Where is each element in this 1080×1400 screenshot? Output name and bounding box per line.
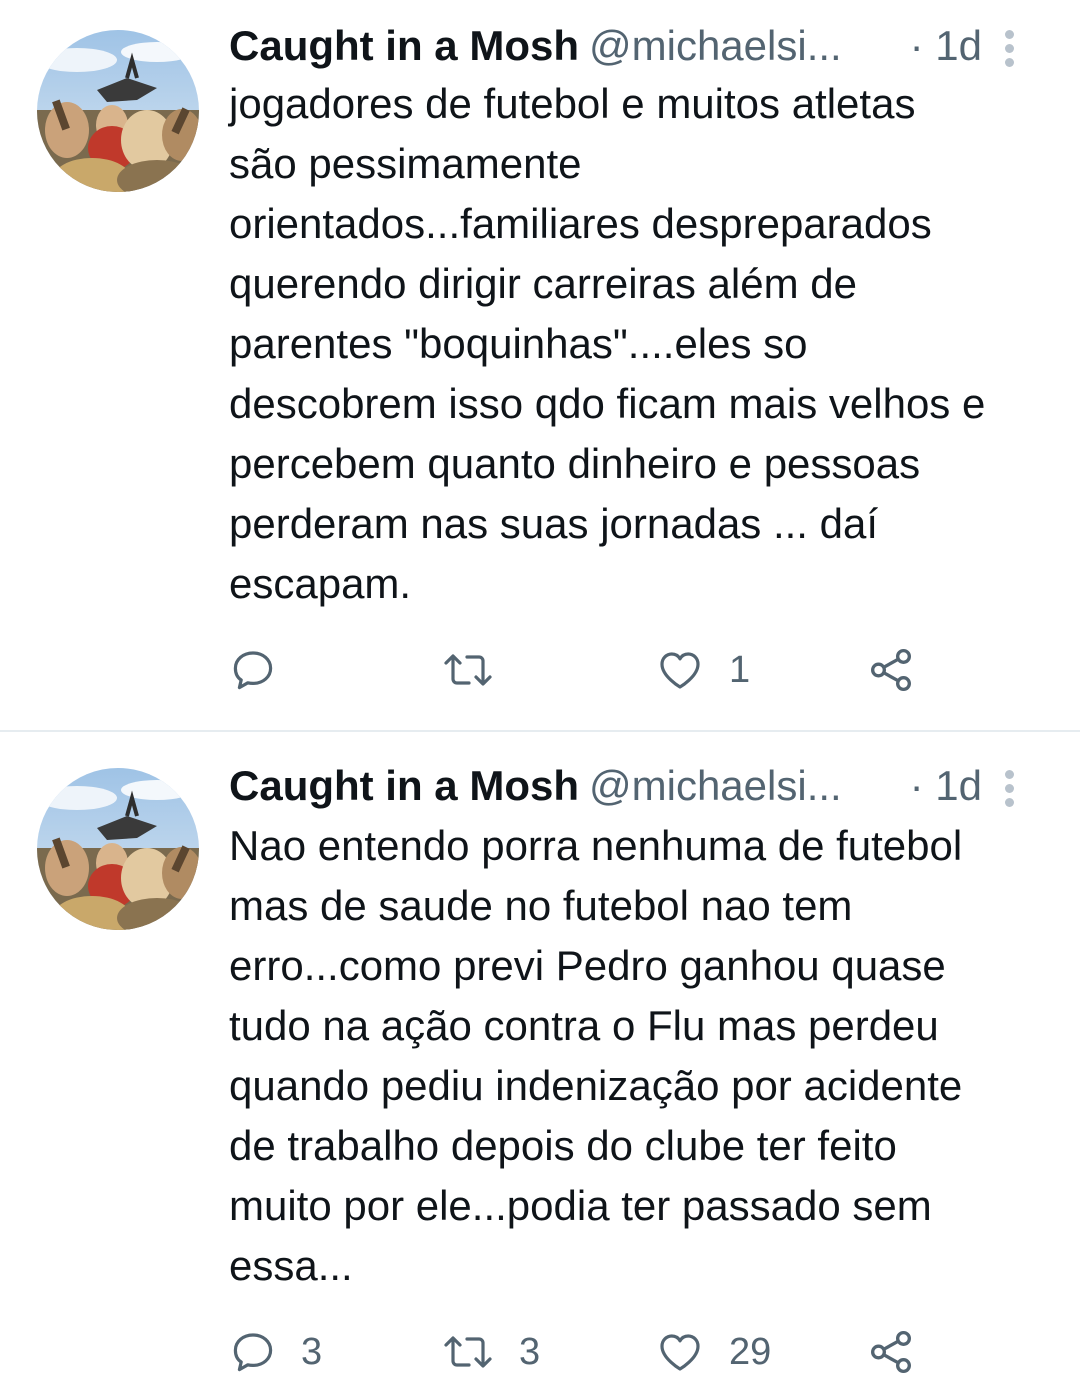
- more-vertical-icon[interactable]: [990, 766, 1030, 810]
- tweet-text-line: Nao entendo porra nenhuma de futebol: [229, 822, 963, 869]
- share-button[interactable]: [865, 1322, 917, 1382]
- avatar[interactable]: [37, 768, 199, 930]
- tweet-actions: 3 3 29: [229, 1322, 989, 1382]
- tweet-text-line: essa...: [229, 1242, 353, 1289]
- reply-icon: [233, 1333, 273, 1372]
- tweet-text-line: parentes "boquinhas"....eles so: [229, 320, 808, 367]
- tweet-text-line: jogadores de futebol e muitos atletas: [229, 80, 916, 127]
- share-icon: [871, 648, 911, 692]
- avatar[interactable]: [37, 30, 199, 192]
- tweet-header: Caught in a Mosh @michaelsi... · 1d: [229, 18, 1040, 74]
- author-handle[interactable]: @michaelsi...: [589, 22, 842, 69]
- heart-icon: [660, 1334, 700, 1371]
- like-button[interactable]: 1: [655, 640, 750, 700]
- tweet-text-line: de trabalho depois do clube ter feito: [229, 1122, 897, 1169]
- tweet-text-line: descobrem isso qdo ficam mais velhos e: [229, 380, 986, 427]
- tweet-text-line: muito por ele...podia ter passado sem: [229, 1182, 932, 1229]
- tweet-text-line: orientados...familiares despreparados: [229, 200, 932, 247]
- author-name[interactable]: Caught in a Mosh: [229, 762, 579, 809]
- reply-count: 3: [301, 1330, 323, 1373]
- tweet-text: Nao entendo porra nenhuma de futebol mas…: [229, 816, 1049, 1296]
- share-icon: [871, 1330, 911, 1374]
- tweet[interactable]: Caught in a Mosh @michaelsi... · 1d jogad…: [0, 0, 1080, 730]
- tweet-text-line: erro...como previ Pedro ganhou quase: [229, 942, 946, 989]
- tweet-header: Caught in a Mosh @michaelsi... · 1d: [229, 758, 1040, 814]
- more-vertical-icon[interactable]: [990, 26, 1030, 70]
- share-button[interactable]: [865, 640, 917, 700]
- tweet-text-line: tudo na ação contra o Flu mas perdeu: [229, 1002, 939, 1049]
- retweet-icon: [444, 1336, 492, 1368]
- tweet-text-line: quando pediu indenização por acidente: [229, 1062, 963, 1109]
- tweet-text-line: escapam.: [229, 560, 412, 607]
- tweet-text-line: percebem quanto dinheiro e pessoas: [229, 440, 921, 487]
- timestamp[interactable]: · 1d: [910, 18, 982, 74]
- like-count: 29: [729, 1330, 772, 1373]
- like-button[interactable]: 29: [655, 1322, 771, 1382]
- tweet-text-line: perderam nas suas jornadas ... daí: [229, 500, 879, 547]
- reply-button[interactable]: 3: [229, 1322, 322, 1382]
- like-count: 1: [729, 648, 751, 691]
- retweet-button[interactable]: 3: [441, 1322, 540, 1382]
- tweet-text-line: querendo dirigir carreiras além de: [229, 260, 857, 307]
- author-name[interactable]: Caught in a Mosh: [229, 22, 579, 69]
- timestamp[interactable]: · 1d: [910, 758, 982, 814]
- reply-icon: [233, 651, 273, 690]
- retweet-icon: [444, 654, 492, 686]
- tweet-actions: 1: [229, 640, 989, 700]
- tweet-text: jogadores de futebol e muitos atletas sã…: [229, 74, 1049, 614]
- tweet-text-line: mas de saude no futebol nao tem: [229, 882, 853, 929]
- reply-button[interactable]: [229, 640, 301, 700]
- retweet-button[interactable]: [441, 640, 519, 700]
- author-handle[interactable]: @michaelsi...: [589, 762, 842, 809]
- heart-icon: [660, 652, 700, 689]
- tweet[interactable]: Caught in a Mosh @michaelsi... · 1d Nao e…: [0, 732, 1080, 1400]
- tweet-text-line: são pessimamente: [229, 140, 582, 187]
- retweet-count: 3: [519, 1330, 541, 1373]
